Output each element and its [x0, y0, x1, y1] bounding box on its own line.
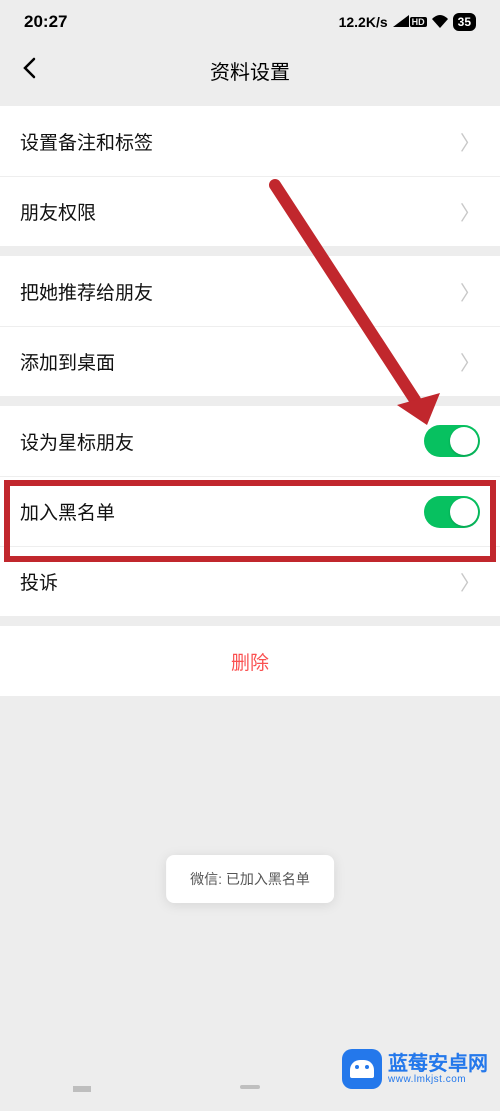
- signal-icon: [392, 14, 410, 31]
- chevron-right-icon: 〉: [460, 347, 480, 376]
- watermark-name: 蓝莓安卓网: [388, 1054, 488, 1074]
- row-label: 投诉: [20, 568, 460, 595]
- home-icon[interactable]: [240, 1085, 260, 1089]
- status-right: 12.2K/s HD 35: [339, 13, 476, 31]
- section-recommend: 把她推荐给朋友 〉 添加到桌面 〉: [0, 256, 500, 396]
- nav-bar: 资料设置: [0, 44, 500, 96]
- wifi-icon: [431, 14, 449, 31]
- chevron-right-icon: 〉: [460, 277, 480, 306]
- row-label: 设置备注和标签: [20, 128, 460, 155]
- delete-button[interactable]: 删除: [0, 626, 500, 696]
- clock: 20:27: [24, 12, 67, 32]
- recents-icon[interactable]: [73, 1086, 93, 1088]
- blacklist-toggle[interactable]: [424, 496, 480, 528]
- row-label: 把她推荐给朋友: [20, 278, 460, 305]
- row-blacklist[interactable]: 加入黑名单: [0, 476, 500, 546]
- toast-notification: 微信: 已加入黑名单: [166, 855, 334, 903]
- section-remark: 设置备注和标签 〉 朋友权限 〉: [0, 106, 500, 246]
- watermark: 蓝莓安卓网 www.lmkjst.com: [342, 1049, 488, 1089]
- chevron-right-icon: 〉: [460, 197, 480, 226]
- row-label: 加入黑名单: [20, 498, 424, 525]
- row-friend-permissions[interactable]: 朋友权限 〉: [0, 176, 500, 246]
- chevron-right-icon: 〉: [460, 127, 480, 156]
- chevron-right-icon: 〉: [460, 567, 480, 596]
- row-remark-tags[interactable]: 设置备注和标签 〉: [0, 106, 500, 176]
- toast-text: 微信: 已加入黑名单: [190, 871, 310, 887]
- battery-icon: 35: [453, 13, 476, 31]
- page-title: 资料设置: [0, 56, 500, 85]
- row-recommend[interactable]: 把她推荐给朋友 〉: [0, 256, 500, 326]
- row-label: 设为星标朋友: [20, 428, 424, 455]
- watermark-url: www.lmkjst.com: [388, 1074, 488, 1085]
- section-options: 设为星标朋友 加入黑名单 投诉 〉: [0, 406, 500, 616]
- status-bar: 20:27 12.2K/s HD 35: [0, 0, 500, 44]
- row-label: 朋友权限: [20, 198, 460, 225]
- watermark-logo-icon: [342, 1049, 382, 1089]
- net-speed: 12.2K/s: [339, 14, 388, 30]
- delete-label: 删除: [231, 648, 269, 675]
- row-star-friend[interactable]: 设为星标朋友: [0, 406, 500, 476]
- row-label: 添加到桌面: [20, 348, 460, 375]
- back-button[interactable]: [14, 49, 44, 92]
- star-toggle[interactable]: [424, 425, 480, 457]
- row-report[interactable]: 投诉 〉: [0, 546, 500, 616]
- row-add-desktop[interactable]: 添加到桌面 〉: [0, 326, 500, 396]
- hd-icon: HD: [410, 17, 427, 27]
